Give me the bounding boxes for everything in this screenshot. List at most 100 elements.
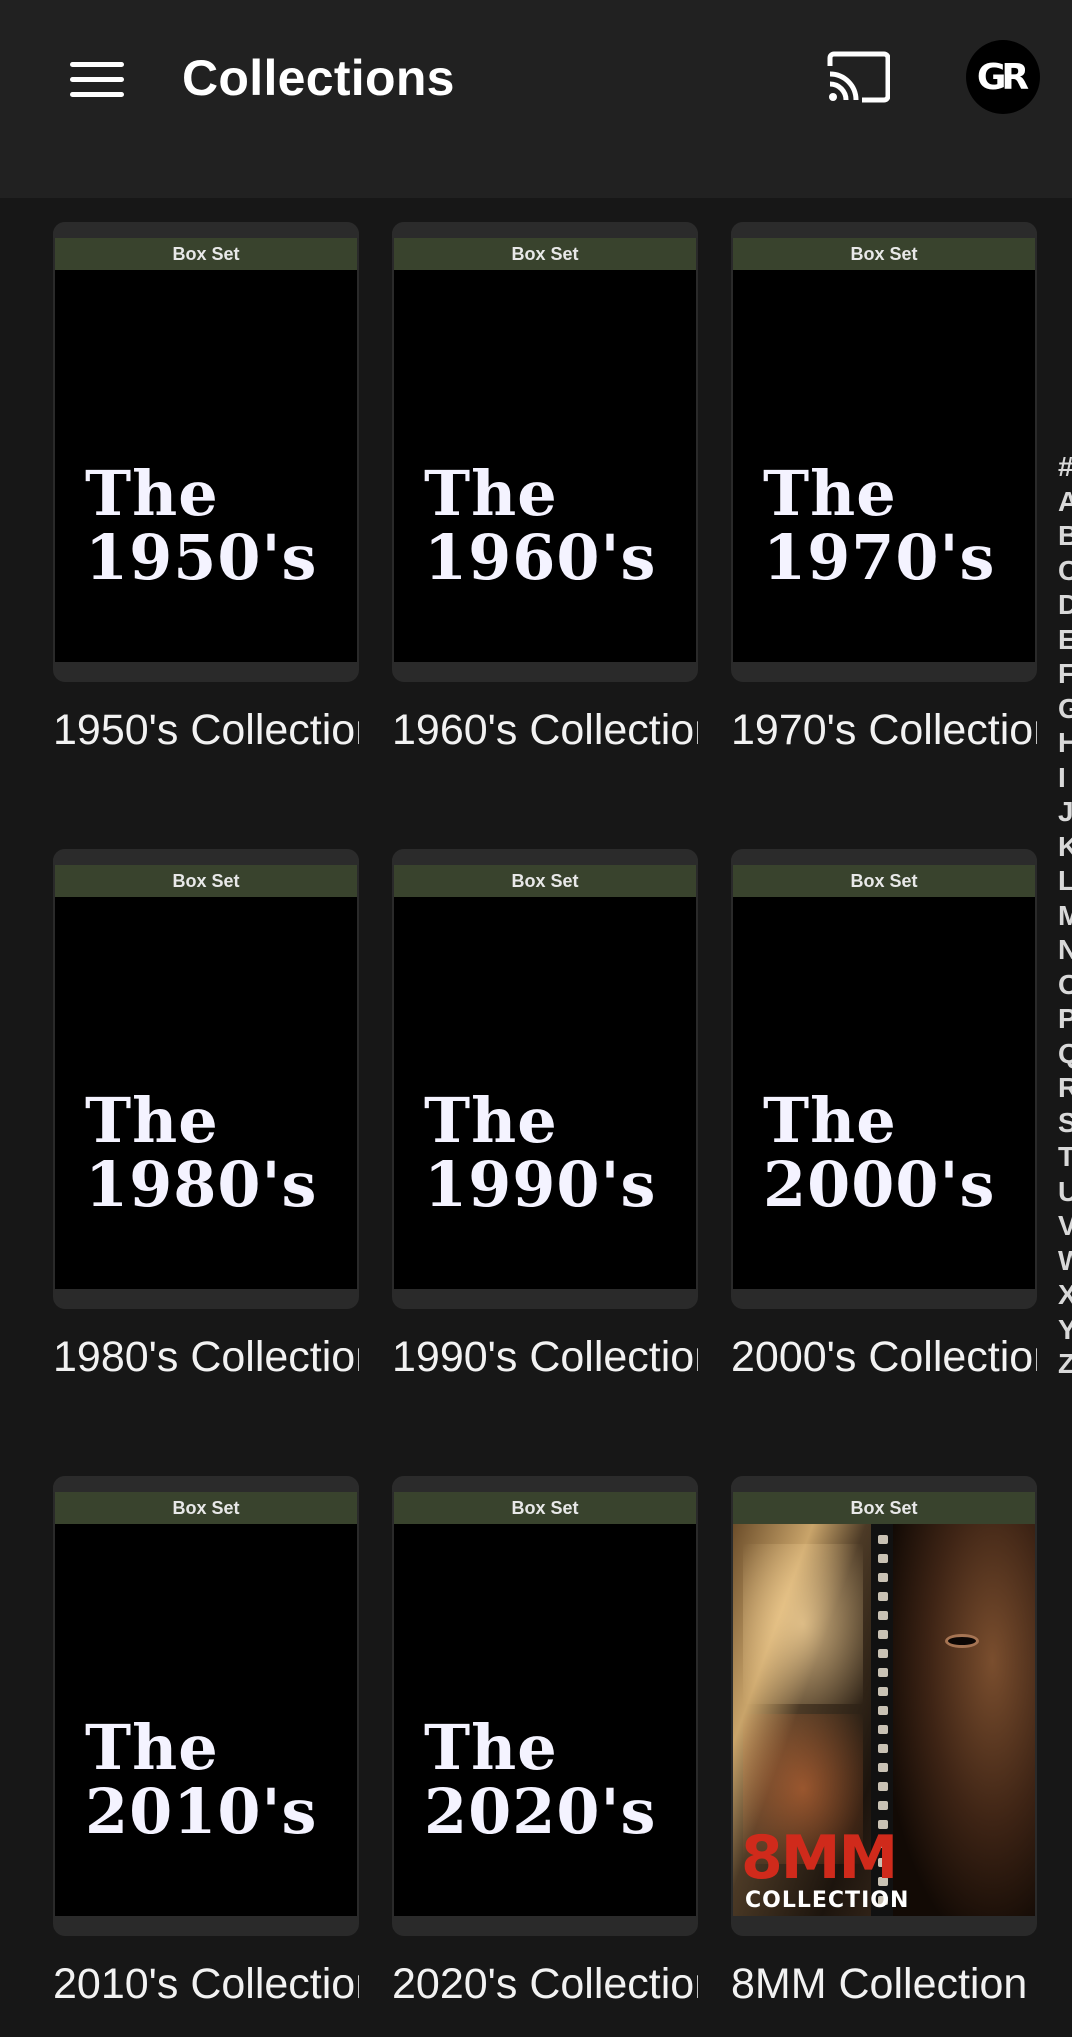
poster-art-text: The 2000's xyxy=(763,1025,1035,1281)
collection-title[interactable]: 1980's Collection xyxy=(53,1329,359,1385)
poster-art-line1: The xyxy=(763,457,897,530)
alphabet-index-letter[interactable]: K xyxy=(1058,830,1072,865)
collection-card[interactable]: Box Set The 1980's 1980's Collection xyxy=(53,849,359,1385)
alphabet-index-letter[interactable]: W xyxy=(1058,1244,1072,1279)
alphabet-index-letter[interactable]: U xyxy=(1058,1175,1072,1210)
poster-art-text: The 2020's xyxy=(424,1652,696,1908)
poster-art-line2: 1960's xyxy=(424,521,657,594)
poster-art-text: The 2010's xyxy=(85,1652,357,1908)
hamburger-menu-icon xyxy=(70,61,124,67)
alphabet-index-letter[interactable]: I xyxy=(1058,761,1066,796)
alphabet-index-scroller[interactable]: #ABCDEFGHIJKLMNOPQRSTUVWXYZ xyxy=(1058,450,1072,1382)
poster-art: The 2020's xyxy=(394,1524,696,1916)
alphabet-index-letter[interactable]: B xyxy=(1058,519,1072,554)
box-set-badge: Box Set xyxy=(394,865,696,897)
poster-art-line2: 2020's xyxy=(424,1775,657,1848)
alphabet-index-letter[interactable]: C xyxy=(1058,554,1072,589)
poster-art-line1: The xyxy=(85,1711,219,1784)
poster-art: The 2000's xyxy=(733,897,1035,1289)
alphabet-index-letter[interactable]: P xyxy=(1058,1002,1072,1037)
box-set-badge: Box Set xyxy=(394,238,696,270)
poster-art-line1: The xyxy=(85,457,219,530)
alphabet-index-letter[interactable]: A xyxy=(1058,485,1072,520)
alphabet-index-letter[interactable]: D xyxy=(1058,588,1072,623)
collection-poster[interactable]: Box Set 8MM COLLECTION xyxy=(731,1476,1037,1936)
poster-face-image xyxy=(893,1524,1035,1916)
collection-title[interactable]: 8MM Collection xyxy=(731,1956,1037,2012)
alphabet-index-letter[interactable]: X xyxy=(1058,1278,1072,1313)
poster-frame xyxy=(392,849,698,865)
collection-card[interactable]: Box Set The 1950's 1950's Collection xyxy=(53,222,359,758)
poster-art-line1: The xyxy=(763,1084,897,1157)
poster-art-glow xyxy=(743,1544,863,1704)
poster-art: The 1980's xyxy=(55,897,357,1289)
poster-art-line1: The xyxy=(424,1711,558,1784)
poster-art-text: The 1990's xyxy=(424,1025,696,1281)
poster-frame xyxy=(731,222,1037,238)
collection-title[interactable]: 1970's Collection xyxy=(731,702,1037,758)
poster-art-text: The 1970's xyxy=(763,398,1035,654)
cast-button[interactable] xyxy=(820,44,896,110)
poster-art-line2: 1980's xyxy=(85,1148,318,1221)
alphabet-index-letter[interactable]: Q xyxy=(1058,1037,1072,1072)
alphabet-index-letter[interactable]: Z xyxy=(1058,1347,1072,1382)
alphabet-index-letter[interactable]: H xyxy=(1058,726,1072,761)
alphabet-index-letter[interactable]: # xyxy=(1058,450,1072,485)
alphabet-index-letter[interactable]: Y xyxy=(1058,1313,1072,1348)
poster-logo: 8MM xyxy=(741,1823,898,1893)
alphabet-index-letter[interactable]: T xyxy=(1058,1140,1072,1175)
alphabet-index-letter[interactable]: V xyxy=(1058,1209,1072,1244)
collection-title[interactable]: 1950's Collection xyxy=(53,702,359,758)
alphabet-index-letter[interactable]: M xyxy=(1058,899,1072,934)
poster-art: The 2010's xyxy=(55,1524,357,1916)
collection-card[interactable]: Box Set The 1960's 1960's Collection xyxy=(392,222,698,758)
poster-frame xyxy=(731,1476,1037,1492)
alphabet-index-letter[interactable]: J xyxy=(1058,795,1072,830)
alphabet-index-letter[interactable]: F xyxy=(1058,657,1072,692)
alphabet-index-letter[interactable]: G xyxy=(1058,692,1072,727)
user-avatar[interactable]: GR xyxy=(966,40,1040,114)
collection-poster[interactable]: Box Set The 1990's xyxy=(392,849,698,1309)
poster-art-line1: The xyxy=(85,1084,219,1157)
poster-frame xyxy=(53,222,359,238)
poster-art-line2: 1990's xyxy=(424,1148,657,1221)
collection-poster[interactable]: Box Set The 1960's xyxy=(392,222,698,682)
page-title: Collections xyxy=(182,50,455,106)
poster-art-text: The 1950's xyxy=(85,398,357,654)
collection-poster[interactable]: Box Set The 2010's xyxy=(53,1476,359,1936)
collection-card[interactable]: Box Set The 2020's 2020's Collection xyxy=(392,1476,698,2012)
alphabet-index-letter[interactable]: R xyxy=(1058,1071,1072,1106)
alphabet-index-letter[interactable]: E xyxy=(1058,623,1072,658)
collection-poster[interactable]: Box Set The 1970's xyxy=(731,222,1037,682)
alphabet-index-letter[interactable]: O xyxy=(1058,968,1072,1003)
alphabet-index-letter[interactable]: L xyxy=(1058,864,1072,899)
poster-art: The 1960's xyxy=(394,270,696,662)
collection-title[interactable]: 2020's Collection xyxy=(392,1956,698,2012)
box-set-badge: Box Set xyxy=(55,238,357,270)
menu-button[interactable] xyxy=(60,42,134,116)
collection-card[interactable]: Box Set The 2010's 2010's Collection xyxy=(53,1476,359,2012)
collection-card[interactable]: Box Set The 1970's 1970's Collection xyxy=(731,222,1037,758)
box-set-badge: Box Set xyxy=(394,1492,696,1524)
box-set-badge: Box Set xyxy=(55,865,357,897)
poster-frame xyxy=(392,222,698,238)
collection-card[interactable]: Box Set The 2000's 2000's Collection xyxy=(731,849,1037,1385)
alphabet-index-letter[interactable]: S xyxy=(1058,1106,1072,1141)
collection-poster[interactable]: Box Set The 1950's xyxy=(53,222,359,682)
collection-poster[interactable]: Box Set The 1980's xyxy=(53,849,359,1309)
collection-title[interactable]: 2000's Collection xyxy=(731,1329,1037,1385)
box-set-badge: Box Set xyxy=(733,1492,1035,1524)
collection-title[interactable]: 1960's Collection xyxy=(392,702,698,758)
collection-card[interactable]: Box Set The 1990's 1990's Collection xyxy=(392,849,698,1385)
collection-poster[interactable]: Box Set The 2000's xyxy=(731,849,1037,1309)
collection-card[interactable]: Box Set 8MM COLLECTION 8MM Collection xyxy=(731,1476,1037,2012)
box-set-badge: Box Set xyxy=(55,1492,357,1524)
collection-poster[interactable]: Box Set The 2020's xyxy=(392,1476,698,1936)
poster-art: 8MM COLLECTION xyxy=(733,1524,1035,1916)
poster-art-line1: The xyxy=(424,457,558,530)
alphabet-index-letter[interactable]: N xyxy=(1058,933,1072,968)
poster-frame xyxy=(392,1476,698,1492)
collection-title[interactable]: 2010's Collection xyxy=(53,1956,359,2012)
collection-title[interactable]: 1990's Collection xyxy=(392,1329,698,1385)
collections-grid: Box Set The 1950's 1950's Collection Box… xyxy=(0,198,1072,2037)
